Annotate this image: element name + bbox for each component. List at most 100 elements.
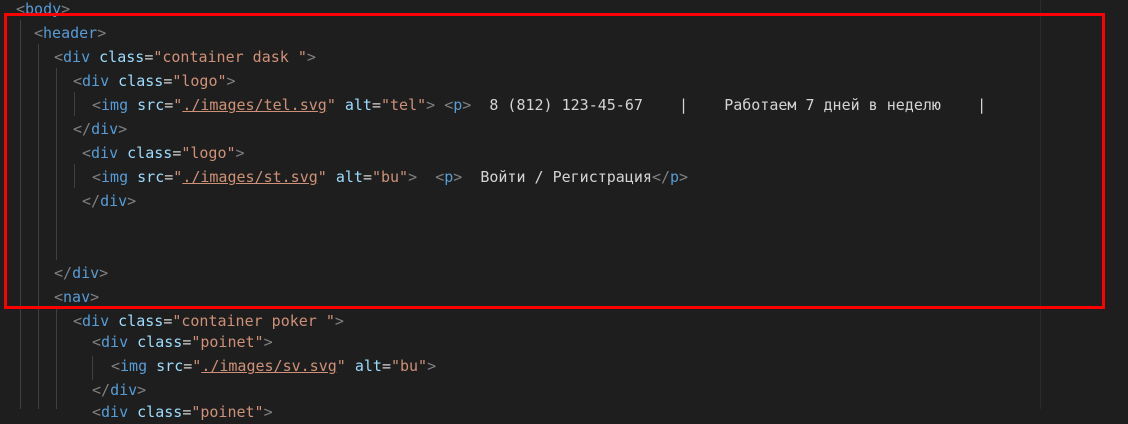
tag-bracket: >: [427, 357, 437, 375]
code-line-close-div[interactable]: </div>: [82, 189, 136, 213]
tag-name: div: [100, 192, 128, 210]
tag-name: div: [63, 48, 91, 66]
tag-bracket: >: [137, 381, 147, 399]
equals-sign: =: [172, 144, 182, 162]
tag-bracket: </: [92, 381, 111, 399]
tag-bracket: <: [54, 288, 64, 306]
code-line-nav[interactable]: <nav>: [54, 285, 99, 309]
tag-bracket: <: [16, 0, 26, 18]
equals-sign: =: [164, 168, 174, 186]
tag-bracket: <: [92, 333, 102, 351]
attribute-value: "container dask ": [153, 48, 307, 66]
tag-name: div: [101, 403, 129, 421]
attribute-name: alt: [335, 168, 363, 186]
tag-bracket: >: [226, 72, 236, 90]
code-line-div-logo[interactable]: <div class="logo">: [73, 69, 236, 93]
file-path-link[interactable]: ./images/st.svg: [182, 168, 317, 186]
tag-bracket: <: [92, 168, 102, 186]
attribute-value-quote: ": [317, 168, 327, 186]
tag-bracket: >: [61, 0, 71, 18]
tag-bracket: <: [73, 72, 83, 90]
separator-text: |: [679, 96, 689, 114]
tag-bracket: <: [435, 168, 445, 186]
attribute-value-quote: ": [173, 96, 183, 114]
attribute-name: alt: [344, 96, 372, 114]
code-line-img-st[interactable]: <img src="./images/st.svg" alt="bu"> <p>…: [92, 165, 688, 189]
tag-name: nav: [63, 288, 91, 306]
attribute-value-quote: ": [336, 357, 346, 375]
phone-text: 8 (812) 123-45-67: [489, 96, 643, 114]
tag-name: p: [444, 168, 454, 186]
code-line-div-container-dask[interactable]: <div class="container dask ">: [54, 45, 316, 69]
tag-name: div: [101, 333, 129, 351]
equals-sign: =: [182, 403, 192, 421]
file-path-link[interactable]: ./images/tel.svg: [182, 96, 327, 114]
tag-name: div: [91, 120, 119, 138]
attribute-value: "tel": [381, 96, 427, 114]
code-editor[interactable]: <body> <header> <div class="container da…: [0, 0, 1128, 421]
minimap-scrollbar[interactable]: [1040, 0, 1128, 409]
attribute-name: src: [137, 168, 165, 186]
code-line-img-sv[interactable]: <img src="./images/sv.svg" alt="bu">: [111, 354, 436, 378]
code-line-div-poinet[interactable]: <div class="poinet">: [92, 400, 273, 424]
tag-name: img: [101, 96, 129, 114]
attribute-name: class: [137, 403, 183, 421]
tag-bracket: <: [73, 312, 83, 330]
tag-bracket: >: [99, 264, 109, 282]
code-line-body[interactable]: <body>: [16, 0, 70, 21]
code-line-div-poinet[interactable]: <div class="poinet">: [92, 330, 273, 354]
tag-bracket: >: [235, 144, 245, 162]
tag-bracket: <: [92, 96, 102, 114]
attribute-value: "container poker ": [172, 312, 335, 330]
attribute-value: "bu": [390, 357, 428, 375]
tag-name: div: [82, 312, 110, 330]
tag-bracket: >: [453, 168, 463, 186]
attribute-value-quote: ": [326, 96, 336, 114]
attribute-value-quote: ": [173, 168, 183, 186]
equals-sign: =: [183, 357, 193, 375]
attribute-name: class: [99, 48, 145, 66]
code-line-close-div[interactable]: </div>: [92, 378, 146, 402]
tag-bracket: >: [408, 168, 418, 186]
tag-bracket: >: [306, 48, 316, 66]
tag-bracket: >: [263, 403, 273, 421]
equals-sign: =: [362, 168, 372, 186]
code-line-close-div[interactable]: </div>: [73, 117, 127, 141]
equals-sign: =: [381, 357, 391, 375]
code-line-close-div[interactable]: </div>: [54, 261, 108, 285]
tag-bracket: <: [34, 24, 44, 42]
equals-sign: =: [164, 96, 174, 114]
tag-bracket: >: [334, 312, 344, 330]
tag-bracket: </: [73, 120, 92, 138]
attribute-name: class: [127, 144, 173, 162]
file-path-link[interactable]: ./images/sv.svg: [201, 357, 336, 375]
tag-bracket: </: [54, 264, 73, 282]
attribute-value: "logo": [172, 72, 227, 90]
indent-guide: [20, 20, 21, 409]
tag-bracket: </: [651, 168, 670, 186]
tag-bracket: <: [82, 144, 92, 162]
code-line-img-tel[interactable]: <img src="./images/tel.svg" alt="tel"> <…: [92, 93, 986, 117]
indent-guide: [38, 44, 39, 409]
attribute-value: "poinet": [191, 333, 264, 351]
tag-bracket: >: [90, 288, 100, 306]
tag-name: img: [120, 357, 148, 375]
tag-bracket: >: [118, 120, 128, 138]
tag-name: body: [25, 0, 62, 18]
attribute-name: src: [137, 96, 165, 114]
tag-name: p: [453, 96, 463, 114]
attribute-value: "bu": [371, 168, 409, 186]
tag-bracket: <: [444, 96, 454, 114]
attribute-name: src: [156, 357, 184, 375]
tag-name: img: [101, 168, 129, 186]
attribute-name: class: [118, 72, 164, 90]
code-line-header[interactable]: <header>: [34, 21, 106, 45]
equals-sign: =: [163, 72, 173, 90]
login-text: Войти / Регистрация: [480, 168, 652, 186]
code-line-div-logo[interactable]: <div class="logo">: [82, 141, 245, 165]
indent-guide: [56, 68, 57, 260]
tag-name: div: [72, 264, 100, 282]
equals-sign: =: [163, 312, 173, 330]
tag-name: header: [43, 24, 98, 42]
indent-guide: [74, 164, 75, 188]
